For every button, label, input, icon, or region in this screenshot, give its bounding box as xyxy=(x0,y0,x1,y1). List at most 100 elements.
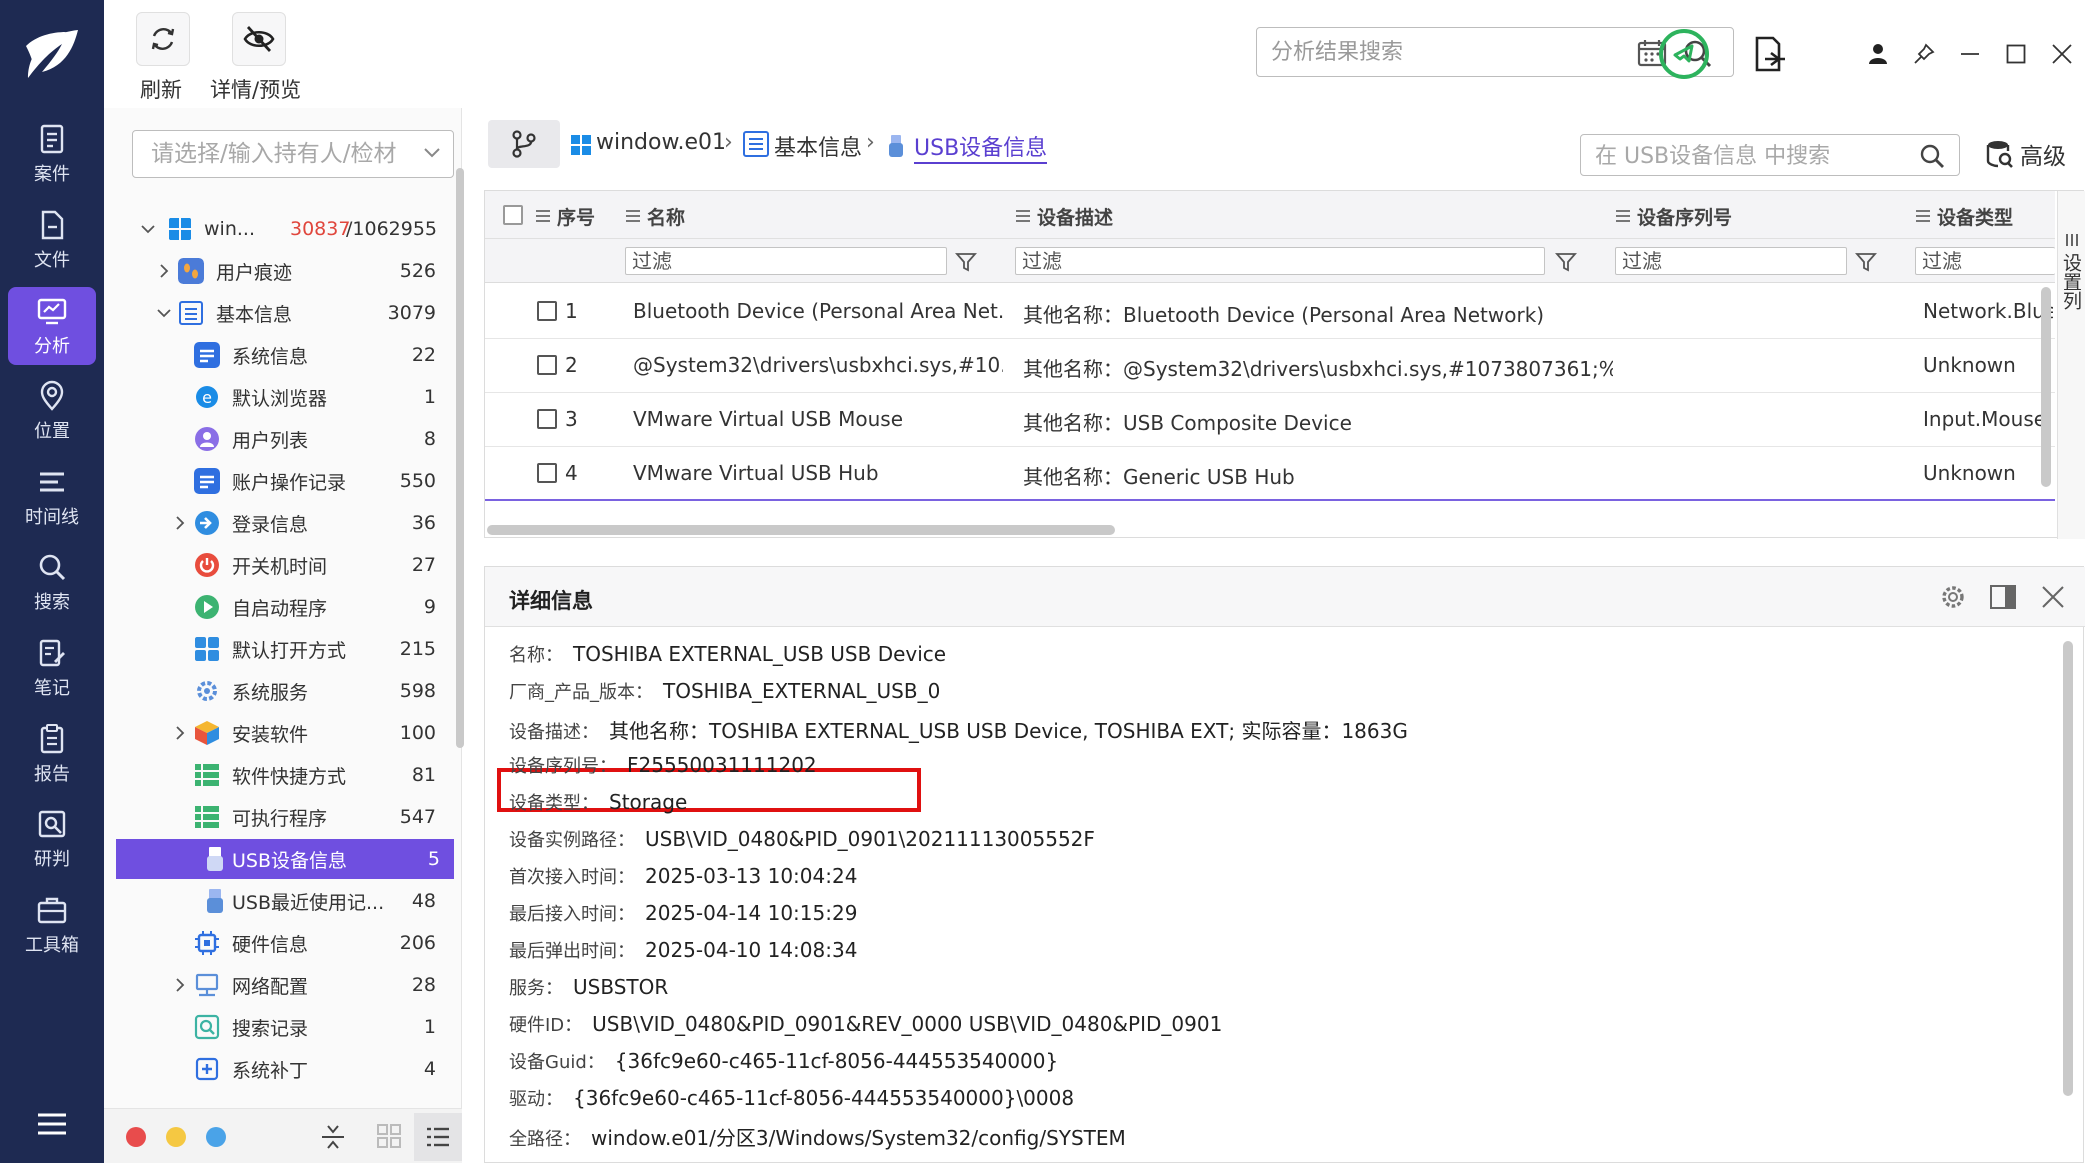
nav-item-file[interactable]: 文件 xyxy=(8,201,96,279)
nav-item-note[interactable]: 笔记 xyxy=(8,629,96,707)
tree-item-autostart[interactable]: 自启动程序 9 xyxy=(116,587,450,627)
tree-root-window[interactable]: win... 30837 /1062955 xyxy=(116,209,450,249)
nav-item-report[interactable]: 报告 xyxy=(8,715,96,793)
row-checkbox[interactable] xyxy=(537,355,557,375)
refresh-button[interactable] xyxy=(136,12,190,66)
column-menu-icon[interactable] xyxy=(1015,209,1031,223)
filter-serial-input[interactable] xyxy=(1622,250,1806,272)
tree-item-login-info[interactable]: 登录信息 36 xyxy=(116,503,450,543)
details-preview-button[interactable] xyxy=(232,12,286,66)
table-row[interactable]: 3 VMware Virtual USB Mouse 其他名称：USB Comp… xyxy=(485,393,2055,447)
tree-item-hardware[interactable]: 硬件信息 206 xyxy=(116,923,450,963)
grid-view-icon[interactable] xyxy=(376,1123,402,1149)
table-vertical-scrollbar[interactable] xyxy=(2041,287,2051,487)
column-menu-icon[interactable] xyxy=(535,209,551,223)
filter-icon[interactable] xyxy=(955,251,977,273)
filter-icon[interactable] xyxy=(1555,251,1577,273)
tree-item-shortcuts[interactable]: 软件快捷方式 81 xyxy=(116,755,450,795)
blue-tag-icon[interactable] xyxy=(206,1127,226,1147)
analysis-search-input[interactable] xyxy=(1271,36,1631,68)
maximize-button[interactable] xyxy=(2002,40,2030,68)
tree-item-search-records[interactable]: 搜索记录 1 xyxy=(116,1007,450,1047)
search-icon[interactable] xyxy=(1919,143,1945,169)
tree-item-basic-info[interactable]: 基本信息 3079 xyxy=(116,293,450,333)
row-checkbox[interactable] xyxy=(537,301,557,321)
holder-select[interactable] xyxy=(132,130,454,178)
tree-item-user-traces[interactable]: 用户痕迹 526 xyxy=(116,251,450,291)
column-menu-icon[interactable] xyxy=(1915,209,1931,223)
close-icon[interactable] xyxy=(2041,585,2065,609)
filter-icon[interactable] xyxy=(1855,251,1877,273)
breadcrumb-item-basic-info[interactable]: 基本信息 xyxy=(774,130,862,162)
tree-item-account-ops[interactable]: 账户操作记录 550 xyxy=(116,461,450,501)
yellow-tag-icon[interactable] xyxy=(166,1127,186,1147)
column-header-no[interactable]: 序号 xyxy=(557,203,595,230)
settings-gear-icon[interactable] xyxy=(1939,583,1967,611)
row-checkbox[interactable] xyxy=(537,463,557,483)
tree-item-user-list[interactable]: 用户列表 8 xyxy=(116,419,450,459)
breadcrumb-item-usb-devices[interactable]: USB设备信息 xyxy=(914,130,1048,164)
tab-search-input[interactable] xyxy=(1595,141,1905,171)
details-scrollbar[interactable] xyxy=(2063,641,2073,1096)
detail-field-name: 名称： TOSHIBA EXTERNAL_USB USB Device xyxy=(509,641,946,667)
branch-button[interactable] xyxy=(488,120,560,168)
hamburger-menu-icon[interactable] xyxy=(36,1112,68,1136)
tree-item-executables[interactable]: 可执行程序 547 xyxy=(116,797,450,837)
tree-item-network-config[interactable]: 网络配置 28 xyxy=(116,965,450,1005)
collapse-all-icon[interactable] xyxy=(320,1123,346,1151)
tree-item-count: 48 xyxy=(411,890,436,912)
nav-item-toolbox[interactable]: 工具箱 xyxy=(8,886,96,964)
tree-item-default-browser[interactable]: e 默认浏览器 1 xyxy=(116,377,450,417)
filter-description xyxy=(1015,247,1545,275)
filter-description-input[interactable] xyxy=(1022,250,1445,272)
column-header-type[interactable]: 设备类型 xyxy=(1937,203,2013,230)
nav-item-location[interactable]: 位置 xyxy=(8,372,96,450)
filter-name-input[interactable] xyxy=(632,250,888,272)
tree-item-usb-recent[interactable]: USB最近使用记... 48 xyxy=(116,881,450,921)
column-settings-tab[interactable]: 设置列 xyxy=(2057,191,2085,539)
minimize-button[interactable] xyxy=(1956,40,1984,68)
holder-select-input[interactable] xyxy=(151,139,411,169)
tree-item-system-info[interactable]: 系统信息 22 xyxy=(116,335,450,375)
row-checkbox[interactable] xyxy=(537,409,557,429)
nav-item-search[interactable]: 搜索 xyxy=(8,543,96,621)
status-shield-button[interactable] xyxy=(1658,28,1710,80)
nav-item-analysis[interactable]: 分析 xyxy=(8,287,96,365)
column-header-name[interactable]: 名称 xyxy=(647,203,685,230)
red-tag-icon[interactable] xyxy=(126,1127,146,1147)
cell-name: Bluetooth Device (Personal Area Net... xyxy=(633,299,1003,323)
nav-item-case[interactable]: 案件 xyxy=(8,115,96,193)
filter-type-input[interactable] xyxy=(1922,250,2034,272)
column-header-serial[interactable]: 设备序列号 xyxy=(1637,203,1732,230)
table-horizontal-scrollbar[interactable] xyxy=(487,525,1115,535)
svg-text:e: e xyxy=(202,388,212,407)
column-menu-icon[interactable] xyxy=(625,209,641,223)
export-button[interactable] xyxy=(1752,34,1788,74)
nav-item-judge[interactable]: 研判 xyxy=(8,800,96,878)
column-menu-icon[interactable] xyxy=(1615,209,1631,223)
tree-item-system-services[interactable]: 系统服务 598 xyxy=(116,671,450,711)
nav-item-timeline[interactable]: 时间线 xyxy=(8,458,96,536)
table-row[interactable]: 1 Bluetooth Device (Personal Area Net...… xyxy=(485,285,2055,339)
user-button[interactable] xyxy=(1864,40,1892,68)
column-header-description[interactable]: 设备描述 xyxy=(1037,203,1113,230)
breadcrumb-item-image[interactable]: window.e01 xyxy=(596,130,726,155)
table-row[interactable]: 4 VMware Virtual USB Hub 其他名称：Generic US… xyxy=(485,447,2055,501)
tree-scrollbar[interactable] xyxy=(456,168,464,748)
table-filter-row xyxy=(485,239,2055,283)
tree-item-default-open[interactable]: 默认打开方式 215 xyxy=(116,629,450,669)
app-grid-icon xyxy=(195,637,219,661)
split-panel-icon[interactable] xyxy=(1989,583,2017,611)
advanced-search-button[interactable]: 高级 xyxy=(1986,132,2066,176)
tree-item-label: 默认打开方式 xyxy=(232,639,347,662)
tree-item-installed-software[interactable]: 安装软件 100 xyxy=(116,713,450,753)
pin-button[interactable] xyxy=(1910,40,1938,68)
list-view-button[interactable] xyxy=(414,1113,462,1161)
tree-item-power-time[interactable]: 开关机时间 27 xyxy=(116,545,450,585)
tree-item-system-patches[interactable]: 系统补丁 4 xyxy=(116,1049,450,1089)
close-button[interactable] xyxy=(2048,40,2076,68)
tree-item-usb-devices[interactable]: USB设备信息 5 xyxy=(116,839,454,879)
details-header: 详细信息 xyxy=(485,567,2085,627)
table-row[interactable]: 2 @System32\drivers\usbxhci.sys,#10... 其… xyxy=(485,339,2055,393)
select-all-checkbox[interactable] xyxy=(503,205,523,225)
